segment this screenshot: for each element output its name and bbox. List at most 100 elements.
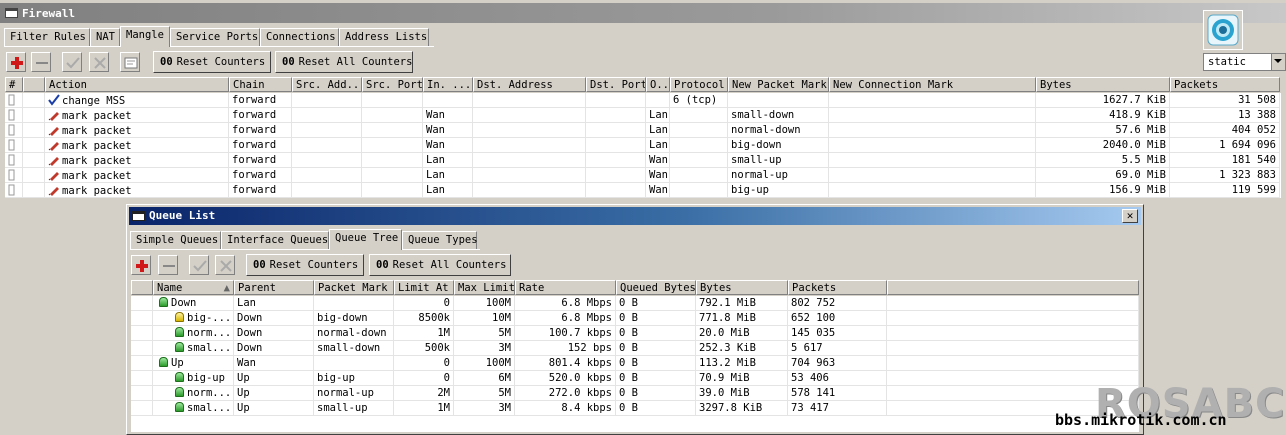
col-header-new-packet-mark[interactable]: New Packet Mark: [728, 77, 829, 92]
cell-queued-bytes: 0 B: [616, 401, 696, 416]
col-header-num[interactable]: #: [5, 77, 23, 92]
col-header-src-port[interactable]: Src. Port: [362, 77, 423, 92]
disable-button[interactable]: [89, 52, 109, 72]
table-row[interactable]: mark packet forward Lan Wan big-up 156.9 MiB 1…: [5, 183, 1281, 198]
col-header-bytes[interactable]: Bytes: [696, 280, 788, 295]
table-row[interactable]: mark packet forward Wan Lan normal-down 57.6 …: [5, 123, 1281, 138]
cell-new-packet-mark: normal-up: [728, 168, 829, 183]
row-flag: [131, 311, 153, 326]
table-row[interactable]: Up Wan 0 100M 801.4 kbps 0 B 113.2 MiB 704 963: [131, 356, 1139, 371]
tab-address-lists[interactable]: Address Lists: [339, 28, 429, 46]
cell-packet-mark: normal-up: [314, 386, 394, 401]
cell-bytes: 792.1 MiB: [696, 296, 788, 311]
tab-queue-types[interactable]: Queue Types: [402, 231, 478, 249]
cell-bytes: 69.0 MiB: [1036, 168, 1170, 183]
cell-packet-mark: small-down: [314, 341, 394, 356]
cell-bytes: 771.8 MiB: [696, 311, 788, 326]
col-header-protocol[interactable]: Protocol: [670, 77, 728, 92]
cell-bytes: 3297.8 KiB: [696, 401, 788, 416]
filter-dropdown[interactable]: static: [1203, 53, 1286, 71]
col-header-limit-at[interactable]: Limit At: [394, 280, 454, 295]
reset-counters-button[interactable]: 00 Reset Counters: [153, 51, 271, 73]
col-header-packet-mark[interactable]: Packet Mark: [314, 280, 394, 295]
col-header-parent[interactable]: Parent: [234, 280, 314, 295]
col-header-queued-bytes[interactable]: Queued Bytes: [616, 280, 696, 295]
queue-green-icon: [175, 387, 184, 397]
col-header-bytes[interactable]: Bytes: [1036, 77, 1170, 92]
queue-titlebar[interactable]: Queue List: [129, 207, 1141, 225]
tab-service-ports[interactable]: Service Ports: [170, 28, 260, 46]
col-header-name[interactable]: Name ▲: [153, 280, 234, 295]
col-header-flag[interactable]: [131, 280, 153, 295]
table-row[interactable]: mark packet forward Wan Lan small-down 418.9 …: [5, 108, 1281, 123]
cell-packet-mark: small-up: [314, 401, 394, 416]
col-header-src-address[interactable]: Src. Add...: [292, 77, 362, 92]
table-row[interactable]: mark packet forward Lan Wan normal-up 69.0 Mi…: [5, 168, 1281, 183]
col-header-packets[interactable]: Packets: [788, 280, 887, 295]
queue-name-label: big-up: [187, 372, 225, 384]
tab-connections[interactable]: Connections: [260, 28, 339, 46]
table-row[interactable]: big-... Down big-down 8500k 10M 6.8 Mbps 0 B 77…: [131, 311, 1139, 326]
cell-new-packet-mark: [728, 93, 829, 108]
col-header-new-connection-mark[interactable]: New Connection Mark: [829, 77, 1036, 92]
col-header-dst-address[interactable]: Dst. Address: [473, 77, 586, 92]
cell-dst-port: [586, 108, 646, 123]
tab-filter-rules[interactable]: Filter Rules: [4, 28, 90, 46]
queue-reset-counters-button[interactable]: 00 Reset Counters: [246, 254, 364, 276]
cell-max-limit: 6M: [454, 371, 515, 386]
col-header-flag[interactable]: [23, 77, 45, 92]
reset-all-counters-button[interactable]: 00 Reset All Counters: [275, 51, 413, 73]
enable-button[interactable]: [62, 52, 82, 72]
queue-reset-all-counters-button[interactable]: 00 Reset All Counters: [369, 254, 511, 276]
cell-max-limit: 10M: [454, 311, 515, 326]
tab-queue-tree[interactable]: Queue Tree: [329, 229, 402, 250]
tab-mangle[interactable]: Mangle: [120, 26, 170, 47]
table-row[interactable]: smal... Down small-down 500k 3M 152 bps 0 B 252…: [131, 341, 1139, 356]
col-header-in-interface[interactable]: In. ...: [423, 77, 473, 92]
remove-button[interactable]: [31, 52, 51, 72]
col-header-packets[interactable]: Packets: [1170, 77, 1280, 92]
col-header-rate[interactable]: Rate: [515, 280, 616, 295]
col-header-action[interactable]: Action: [45, 77, 229, 92]
firewall-titlebar[interactable]: Firewall: [0, 3, 1286, 23]
disable-queue-button[interactable]: [215, 255, 235, 275]
col-header-chain[interactable]: Chain: [229, 77, 292, 92]
minus-icon: [36, 62, 48, 64]
col-header-max-limit[interactable]: Max Limit: [454, 280, 515, 295]
reset-counters-label: Reset Counters: [269, 259, 359, 271]
add-queue-button[interactable]: [131, 255, 151, 275]
table-row[interactable]: norm... Down normal-down 1M 5M 100.7 kbps 0 B2…: [131, 326, 1139, 341]
table-row[interactable]: norm... Up normal-up 2M 5M 272.0 kbps 0 B 39.0 …: [131, 386, 1139, 401]
tab-nat[interactable]: NAT: [90, 28, 120, 46]
cell-src-address: [292, 168, 362, 183]
table-row[interactable]: change MSS forward 6 (tcp) 1627.7 KiB 31 508: [5, 93, 1281, 108]
cell-parent: Down: [234, 311, 314, 326]
close-icon[interactable]: ✕: [1122, 209, 1138, 223]
action-label: change MSS: [62, 95, 126, 107]
row-status: [23, 123, 45, 138]
tab-interface-queues[interactable]: Interface Queues: [221, 231, 329, 249]
col-header-out-interface[interactable]: O...: [646, 77, 670, 92]
enable-queue-button[interactable]: [189, 255, 209, 275]
window-icon: [5, 8, 18, 18]
table-row[interactable]: big-up Up big-up 0 6M 520.0 kbps 0 B 70.9 MiB 53…: [131, 371, 1139, 386]
row-flag: [5, 153, 23, 168]
table-row[interactable]: smal... Up small-up 1M 3M 8.4 kbps 0 B 3297.8 K…: [131, 401, 1139, 416]
comment-button[interactable]: [120, 52, 140, 72]
winbox-logo-icon: [1203, 10, 1243, 50]
cell-new-packet-mark: big-up: [728, 183, 829, 198]
queue-name-label: norm...: [187, 387, 232, 399]
remove-queue-button[interactable]: [158, 255, 178, 275]
col-header-dst-port[interactable]: Dst. Port: [586, 77, 646, 92]
table-row[interactable]: Down Lan 0 100M 6.8 Mbps 0 B 792.1 MiB 802 752: [131, 296, 1139, 311]
row-flag: [5, 138, 23, 153]
chevron-down-icon[interactable]: [1271, 54, 1285, 70]
cell-src-port: [362, 153, 423, 168]
table-row[interactable]: mark packet forward Lan Wan small-up 5.5 MiB 1…: [5, 153, 1281, 168]
cell-dst-address: [473, 153, 586, 168]
table-row[interactable]: mark packet forward Wan Lan big-down 2040.0 M…: [5, 138, 1281, 153]
pencil-icon: [48, 184, 62, 197]
tab-simple-queues[interactable]: Simple Queues: [130, 231, 221, 249]
add-button[interactable]: [6, 52, 26, 72]
cell-bytes: 1627.7 KiB: [1036, 93, 1170, 108]
